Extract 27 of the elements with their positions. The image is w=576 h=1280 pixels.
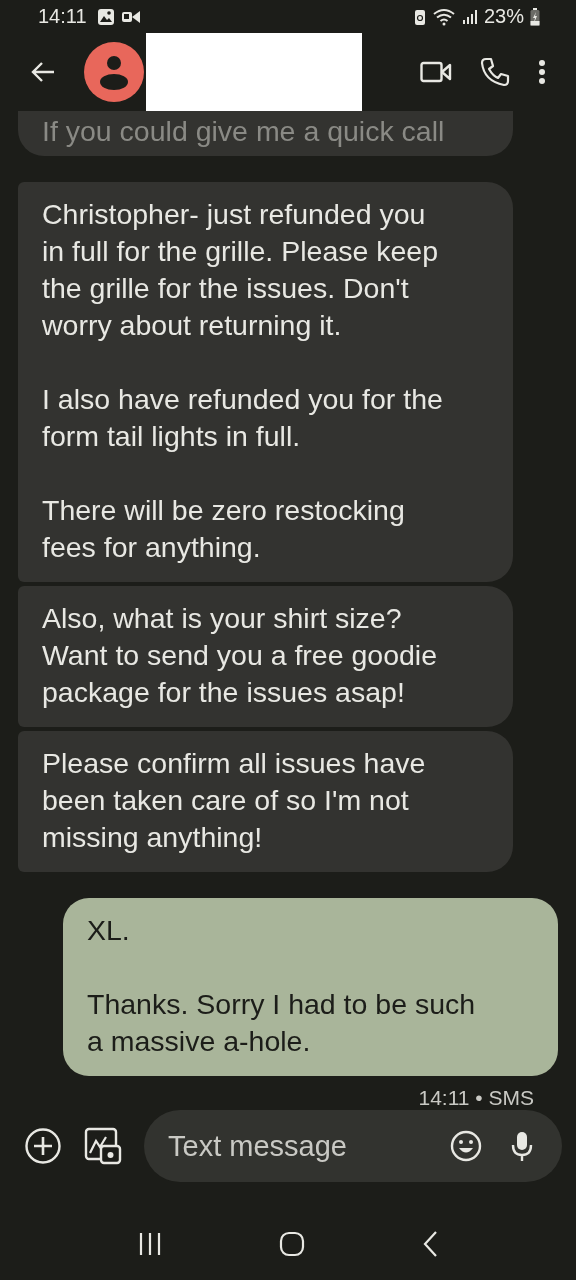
message-bubble: Christopher- just refunded you in full for the grille. Please keep the grille for the issues. Don't worry about returning it. I also have refunded you for the form tail lights in full. There will be zero restocking fees for anything. [18,182,513,583]
wifi-icon [431,7,456,26]
contact-avatar[interactable] [84,42,144,103]
camera-icon [120,8,141,25]
back-nav-icon[interactable] [421,1230,438,1259]
gallery-icon [96,7,115,26]
message-bubble: If you could give me a quick call [18,111,513,157]
input-bar[interactable]: Text message [144,1110,562,1183]
signal-icon [461,8,478,25]
more-options-icon[interactable] [538,59,546,86]
message-bubble: Please confirm all issues have been taken care of so I'm not missing anything! [18,731,513,873]
message-bubble: XL. Thanks. Sorry I had to be such a massive a-hole. [63,898,558,1077]
message-timestamp: 14:11 • SMS [418,1086,534,1111]
status-time: 14:11 [38,5,87,29]
battery-saver-icon [413,7,426,26]
battery-icon [530,7,540,26]
recent-apps-icon[interactable] [138,1231,163,1258]
phone-icon[interactable] [480,57,510,88]
home-icon[interactable] [279,1231,305,1258]
message-bubble: Also, what is your shirt size? Want to send you a free goodie package for the issues asap! [18,586,513,728]
microphone-icon[interactable] [510,1130,534,1163]
video-call-icon[interactable] [420,61,452,84]
add-icon[interactable] [24,1127,62,1166]
emoji-icon[interactable] [450,1130,482,1163]
gallery-camera-icon[interactable] [84,1127,122,1166]
battery-percent: 23% [483,5,524,29]
message-input-field[interactable]: Text message [166,1128,422,1164]
